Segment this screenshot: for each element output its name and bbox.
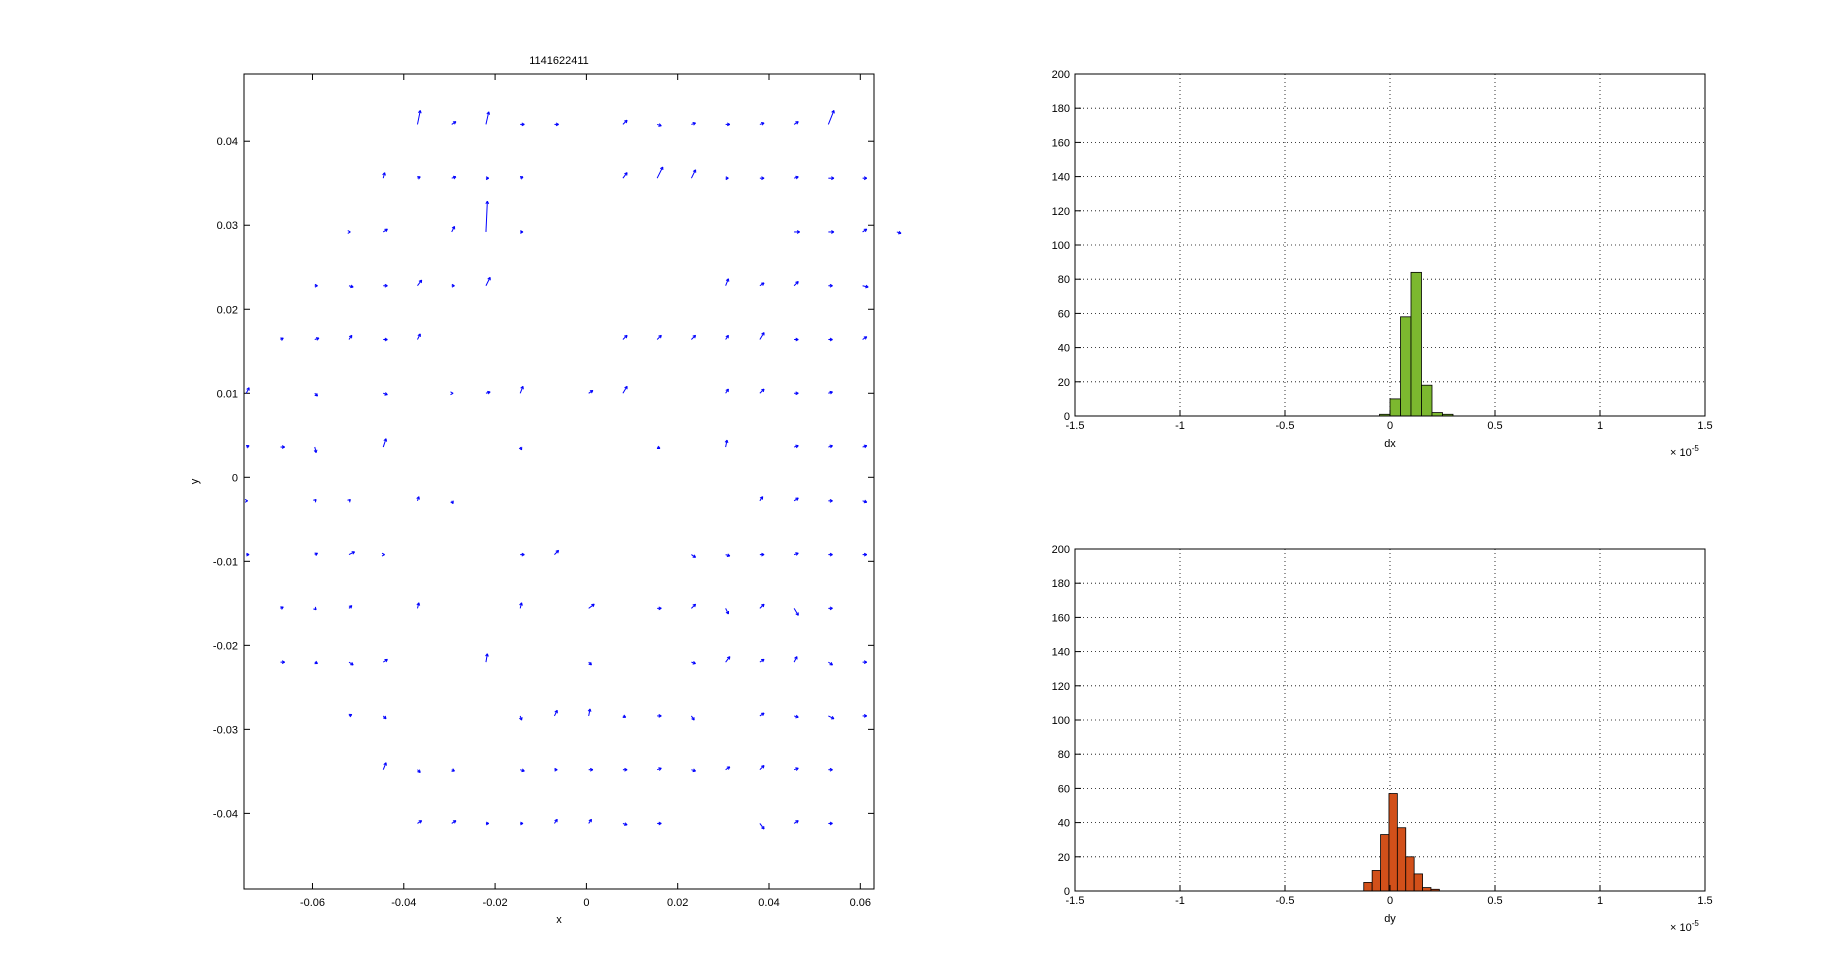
quiver-y-tick-label: -0.01 — [213, 556, 238, 568]
quiver-arrow-head — [350, 286, 354, 289]
dx-histogram-y-tick-label: 20 — [1058, 377, 1070, 389]
dx-histogram-x-exponent-base: × 10 — [1670, 447, 1692, 459]
figure: 1141622411 x y -0.06 -0.04 -0.02 0 0.02 0.04 0… — [0, 0, 1841, 979]
dx-histogram-y-tick-label: 40 — [1058, 343, 1070, 355]
quiver-arrow-head — [658, 125, 662, 127]
dy-histogram-y-tick-label: 160 — [1052, 612, 1070, 624]
dy-histogram-y-tick-label: 140 — [1052, 647, 1070, 659]
dx-histogram-y-tick-label: 80 — [1058, 274, 1070, 286]
dy-histogram-x-tick-label: 1 — [1597, 895, 1603, 907]
quiver-arrow-head — [385, 438, 388, 442]
dx-histogram-bar — [1410, 271, 1422, 417]
dy-histogram-y-tick-label: 200 — [1052, 544, 1070, 556]
dy-histogram-bar — [1422, 887, 1432, 892]
dx-histogram-x-tick-label: -1 — [1175, 420, 1185, 432]
dy-histogram-bar — [1388, 793, 1398, 892]
quiver-x-tick-label: 0.04 — [758, 897, 779, 909]
dy-histogram-bar — [1371, 870, 1381, 892]
dx-histogram-y-tick-label: 140 — [1052, 172, 1070, 184]
quiver-arrow-head — [521, 770, 525, 773]
dx-histogram-y-tick-label: 120 — [1052, 206, 1070, 218]
quiver-x-tick-label: 0 — [583, 897, 589, 909]
quiver-y-tick-label: 0.04 — [217, 136, 238, 148]
quiver-arrow-head — [692, 770, 696, 773]
dy-histogram-y-tick-label: 40 — [1058, 818, 1070, 830]
quiver-y-tick-label: -0.02 — [213, 640, 238, 652]
dx-histogram-y-tick-label: 200 — [1052, 69, 1070, 81]
quiver-y-axis-label: y — [189, 478, 201, 484]
quiver-arrow-head — [897, 232, 902, 235]
dx-histogram-bar — [1400, 316, 1412, 417]
dx-histogram-bar — [1431, 412, 1443, 417]
quiver-y-tick-label: 0.02 — [217, 304, 238, 316]
quiver-title: 1141622411 — [529, 55, 589, 67]
quiver-arrow-head — [692, 663, 696, 665]
quiver-y-tick-label: -0.03 — [213, 724, 238, 736]
dx-histogram-x-tick-label: 0.5 — [1487, 420, 1502, 432]
dy-histogram-x-tick-label: -0.5 — [1276, 895, 1295, 907]
dy-histogram-bar — [1413, 873, 1423, 892]
dx-histogram-y-tick-label: 0 — [1064, 411, 1070, 423]
dx-histogram-y-tick-label: 160 — [1052, 137, 1070, 149]
quiver-x-tick-label: -0.06 — [300, 897, 325, 909]
quiver-arrow-head — [795, 716, 799, 719]
dy-histogram-y-tick-label: 100 — [1052, 715, 1070, 727]
dx-histogram-y-tick-label: 180 — [1052, 103, 1070, 115]
dy-histogram-x-tick-label: -1 — [1175, 895, 1185, 907]
dx-histogram-x-axis-label: dx — [1384, 438, 1396, 450]
quiver-x-tick-label: 0.06 — [850, 897, 871, 909]
quiver-x-tick-label: -0.04 — [391, 897, 416, 909]
quiver-x-tick-label: -0.02 — [483, 897, 508, 909]
quiver-y-tick-label: 0 — [232, 472, 238, 484]
dy-histogram-y-tick-label: 20 — [1058, 852, 1070, 864]
dx-histogram-y-tick-label: 100 — [1052, 240, 1070, 252]
quiver-arrow-head — [726, 555, 730, 558]
dy-histogram-y-tick-label: 0 — [1064, 886, 1070, 898]
dy-histogram-x-axis-label: dy — [1384, 913, 1396, 925]
quiver-y-tick-label: 0.03 — [217, 220, 238, 232]
dy-histogram-y-tick-label: 80 — [1058, 749, 1070, 761]
dx-histogram-x-tick-label: 0 — [1387, 420, 1393, 432]
dx-histogram-x-exponent-power: -5 — [1692, 444, 1700, 453]
dy-histogram-x-tick-label: 0 — [1387, 895, 1393, 907]
dx-histogram-x-tick-label: 1 — [1597, 420, 1603, 432]
dy-histogram-x-exponent-power: -5 — [1692, 919, 1700, 928]
dy-histogram-bar — [1405, 856, 1415, 892]
dy-histogram-bar — [1380, 834, 1390, 892]
dx-histogram-bar — [1421, 384, 1433, 417]
dx-histogram-y-tick-label: 60 — [1058, 308, 1070, 320]
quiver-y-tick-label: -0.04 — [213, 808, 238, 820]
figure-background — [0, 0, 1841, 979]
dx-histogram-bar — [1389, 398, 1401, 417]
dy-histogram-x-exponent-base: × 10 — [1670, 922, 1692, 934]
dx-histogram-x-tick-label: 1.5 — [1697, 420, 1712, 432]
dy-histogram-x-tick-label: 0.5 — [1487, 895, 1502, 907]
quiver-x-tick-label: 0.02 — [667, 897, 688, 909]
dy-histogram-bar — [1396, 827, 1407, 892]
dy-histogram-x-tick-label: 1.5 — [1697, 895, 1712, 907]
quiver-x-axis-label: x — [556, 914, 562, 926]
quiver-arrow-head — [624, 824, 628, 826]
dy-histogram-bar — [1363, 882, 1373, 892]
dx-histogram-x-tick-label: -0.5 — [1276, 420, 1295, 432]
dy-histogram-y-tick-label: 60 — [1058, 783, 1070, 795]
dy-histogram-y-tick-label: 120 — [1052, 681, 1070, 693]
quiver-y-tick-label: 0.01 — [217, 388, 238, 400]
dy-histogram-y-tick-label: 180 — [1052, 578, 1070, 590]
quiver-arrow-head — [863, 501, 867, 504]
quiver-arrow-head — [384, 394, 388, 396]
quiver-arrow-head — [418, 496, 420, 500]
